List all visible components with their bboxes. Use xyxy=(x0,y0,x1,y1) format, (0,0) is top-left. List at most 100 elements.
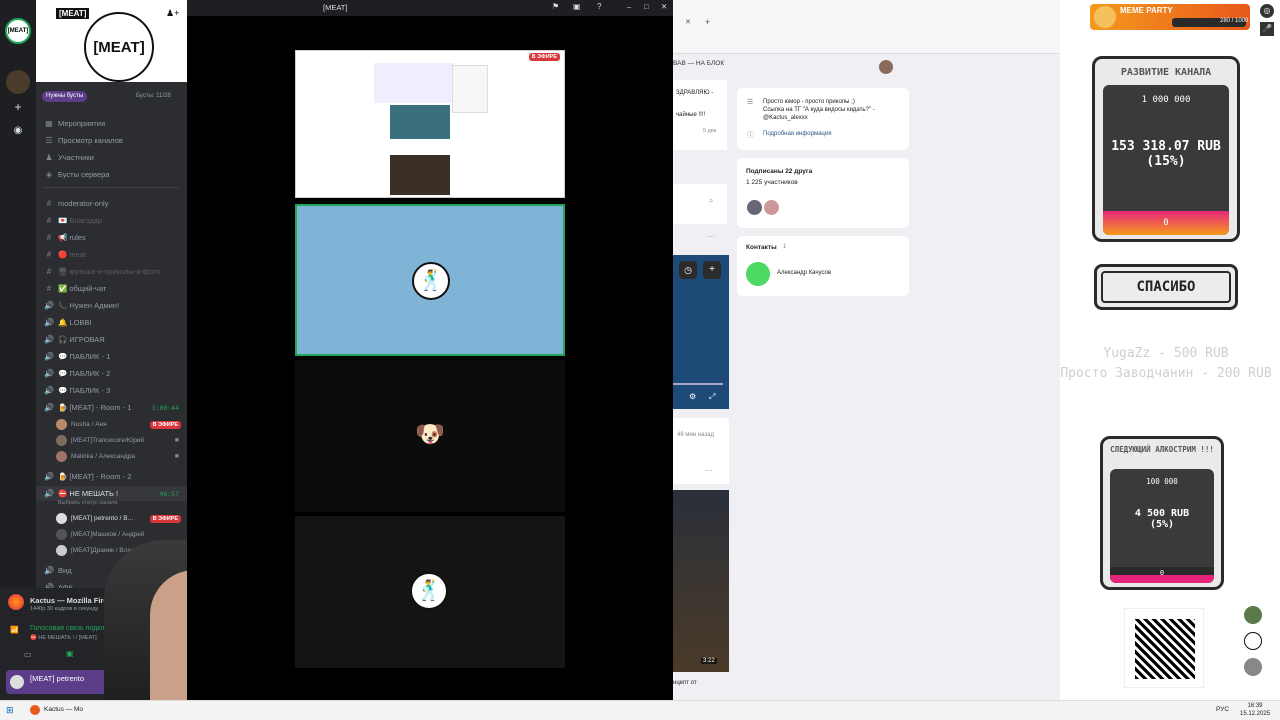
clock-time: 16:39 xyxy=(1247,703,1263,709)
language-indicator[interactable]: РУС xyxy=(1216,706,1229,713)
user-name: Malinka / Александра xyxy=(71,453,135,460)
progress-bar[interactable] xyxy=(673,383,723,385)
video-tile-speaking[interactable]: 🕺 xyxy=(295,204,565,356)
channel-item[interactable]: # 🔴 meat xyxy=(36,247,187,262)
voice-channel-active[interactable]: 🔊 ⛔ НЕ МЕШАТЬ ! 46:57 xyxy=(36,486,187,501)
contact-name[interactable]: Александр Качусов xyxy=(777,270,831,276)
add-member-icon[interactable]: ♟+ xyxy=(166,8,179,19)
voice-channel-item[interactable]: 🔊 🔔 LOBBI xyxy=(36,315,187,330)
server-name[interactable]: [MEAT] xyxy=(56,8,90,19)
new-tab-icon[interactable]: + xyxy=(705,17,710,27)
help-icon[interactable]: ? xyxy=(597,2,601,11)
donation-line: YugaZz - 500 RUB xyxy=(1103,346,1229,361)
voice-channel[interactable]: ⛔ НЕ МЕШАТЬ ! / [MEAT] xyxy=(30,635,97,641)
video-thumbnail[interactable]: 3:22 xyxy=(673,490,729,672)
server-icon[interactable] xyxy=(6,70,30,94)
video-player[interactable]: ◷ + ⚙ ⤢ xyxy=(673,255,729,409)
server-logo: [MEAT] xyxy=(84,12,154,82)
channel-item[interactable]: # ✅ общий-чат xyxy=(36,281,187,296)
more-icon[interactable]: ··· xyxy=(707,232,715,241)
minimize-icon[interactable]: – xyxy=(627,2,631,11)
avatar[interactable] xyxy=(1244,658,1262,676)
set-status-link[interactable]: Выбрать статус канала xyxy=(58,500,117,506)
avatar[interactable] xyxy=(1244,632,1262,650)
channel-item[interactable]: # moderator-only xyxy=(36,196,187,211)
explore-icon[interactable]: ◉ xyxy=(6,120,30,144)
location-icon[interactable]: ◎ xyxy=(1260,4,1274,18)
avatar[interactable] xyxy=(1244,606,1262,624)
hash-icon: # xyxy=(46,199,52,208)
voice-channel-item[interactable]: 🔊 🎧 ИГРОВАЯ xyxy=(36,332,187,347)
channel-item[interactable]: # 💌 Благодар xyxy=(36,213,187,228)
profile-avatar[interactable] xyxy=(879,60,893,74)
menu-boosts[interactable]: ◈ Бусты сервера xyxy=(36,167,187,182)
contacts-card: Контакты 1 Александр Качусов xyxy=(737,236,909,296)
voice-user[interactable]: [MEAT]Trancecore/Юрий ■ xyxy=(56,433,187,448)
meat-avatar-icon: 🕺 xyxy=(410,572,448,610)
taskbar-item[interactable]: Kactus — Mo xyxy=(44,706,83,713)
clock-date: 15.12.2025 xyxy=(1240,711,1271,717)
avatar xyxy=(56,529,67,540)
contacts-title[interactable]: Контакты xyxy=(746,244,777,251)
channel-label: 🍺 [MEAT] - Room - 2 xyxy=(58,472,132,481)
firefox-icon[interactable] xyxy=(30,705,40,715)
voice-channel-item[interactable]: 🔊 💬 ПАБЛИК - 1 xyxy=(36,349,187,364)
video-tile[interactable]: 🕺 xyxy=(295,516,565,668)
maximize-icon[interactable]: □ xyxy=(644,2,649,11)
voice-user[interactable]: Malinka / Александра ■ xyxy=(56,449,187,464)
goal-next-stream: СЛЕДУЮЩИЙ АЛКОСТРИМ !!! 100 000 4 500 RU… xyxy=(1100,436,1224,590)
friends-title[interactable]: Подписаны 22 друга xyxy=(746,168,812,175)
voice-channel-item[interactable]: 🔊 📞 Нужен Админ! xyxy=(36,298,187,313)
settings-icon[interactable]: ⚙ xyxy=(689,392,696,401)
contact-avatar[interactable] xyxy=(746,262,770,286)
server-meat-icon[interactable]: [MEAT] xyxy=(5,18,31,44)
more-info-link[interactable]: Подробная информация xyxy=(763,131,831,137)
speaker-icon: 🔊 xyxy=(44,566,54,575)
fullscreen-icon[interactable]: ⤢ xyxy=(709,392,715,402)
add-server-icon[interactable]: + xyxy=(6,96,30,120)
friend-avatar[interactable] xyxy=(747,200,762,215)
search-icon[interactable]: ⌕ xyxy=(709,196,713,206)
channel-label: 🔴 meat xyxy=(58,250,87,259)
inbox-icon[interactable]: ▣ xyxy=(573,2,581,11)
clock[interactable]: 16:39 15.12.2025 xyxy=(1240,702,1270,718)
members-count[interactable]: 1 225 участников xyxy=(746,179,798,186)
menu-label: Мероприятия xyxy=(58,119,106,128)
menu-label: Просмотр каналов xyxy=(58,136,123,145)
voice-user[interactable]: [MEAT] petrento / В... В ЭФИРЕ xyxy=(56,511,187,526)
more-icon[interactable]: ··· xyxy=(705,466,713,475)
boost-count[interactable]: Бусты: 11/28 xyxy=(136,93,171,99)
boost-goal-badge[interactable]: Нужны бусты xyxy=(42,91,88,102)
flag-icon[interactable]: ⚑ xyxy=(552,2,559,11)
close-icon[interactable]: ✕ xyxy=(661,2,667,11)
speaker-icon: 🔊 xyxy=(44,489,54,498)
voice-user[interactable]: Nusha / Аня В ЭФИРЕ xyxy=(56,417,187,432)
video-tile[interactable]: 🐶 xyxy=(295,360,565,512)
live-badge: В ЭФИРЕ xyxy=(149,514,181,523)
channel-item[interactable]: # 🖥 музыка-и-приколы-и-фото xyxy=(36,264,187,279)
friend-avatar[interactable] xyxy=(764,200,779,215)
mic-icon[interactable]: 🎤 xyxy=(1260,22,1274,36)
activity-fps: 1440p 30 кадров в секунду xyxy=(30,606,99,612)
avatar xyxy=(56,513,67,524)
user-panel[interactable]: [MEAT] petrento xyxy=(6,670,110,694)
camera-toggle-icon[interactable]: ▭ xyxy=(24,650,32,659)
menu-members[interactable]: ♟ Участники xyxy=(36,150,187,165)
clock-icon[interactable]: ◷ xyxy=(679,261,697,279)
post-card[interactable]: ЗДРАВЛЯЮ - чайные !!!! 5 дек xyxy=(673,80,727,150)
screen-share-tile[interactable]: В ЭФИРЕ xyxy=(295,50,565,198)
menu-events[interactable]: ▦ Мероприятия xyxy=(36,116,187,131)
video-caption: нцепт от xyxy=(673,680,697,686)
screen-share-icon[interactable]: ▣ xyxy=(66,649,74,658)
add-icon[interactable]: + xyxy=(703,261,721,279)
voice-room-2[interactable]: 🔊 🍺 [MEAT] - Room - 2 xyxy=(36,469,187,484)
menu-browse-channels[interactable]: ☰ Просмотр каналов xyxy=(36,133,187,148)
voice-channel-item[interactable]: 🔊 💬 ПАБЛИК - 3 xyxy=(36,383,187,398)
voice-channel-item[interactable]: 🔊 💬 ПАБЛИК - 2 xyxy=(36,366,187,381)
close-tab-icon[interactable]: ✕ xyxy=(685,18,691,26)
voice-room-1[interactable]: 🔊 🍺 [MEAT] - Room - 1 3:00:44 xyxy=(36,400,187,415)
page-tab-label[interactable]: ВАВ — НА БЛОК xyxy=(673,60,724,67)
video-duration: 3:22 xyxy=(701,658,717,664)
channel-item[interactable]: # 📢 rules xyxy=(36,230,187,245)
start-icon[interactable]: ⊞ xyxy=(6,705,14,716)
